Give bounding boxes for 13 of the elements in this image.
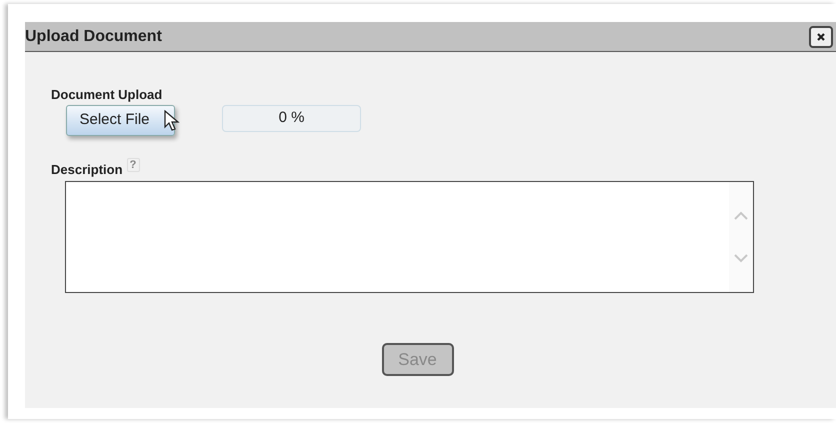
cursor-icon bbox=[164, 110, 180, 132]
window-title: Upload Document bbox=[25, 26, 162, 46]
scroll-down-icon[interactable] bbox=[734, 254, 748, 263]
field-label: Document Upload bbox=[51, 87, 162, 103]
select-file-button[interactable]: Select File bbox=[66, 105, 175, 136]
scroll-up-icon[interactable] bbox=[734, 211, 748, 220]
description-field[interactable] bbox=[65, 181, 754, 293]
close-icon bbox=[816, 32, 826, 42]
close-button[interactable] bbox=[809, 26, 833, 48]
help-badge[interactable]: ? bbox=[126, 158, 140, 172]
field-label: Description bbox=[51, 162, 123, 178]
scrollbar[interactable] bbox=[729, 182, 753, 292]
progress-reading: 0 % bbox=[278, 108, 304, 128]
